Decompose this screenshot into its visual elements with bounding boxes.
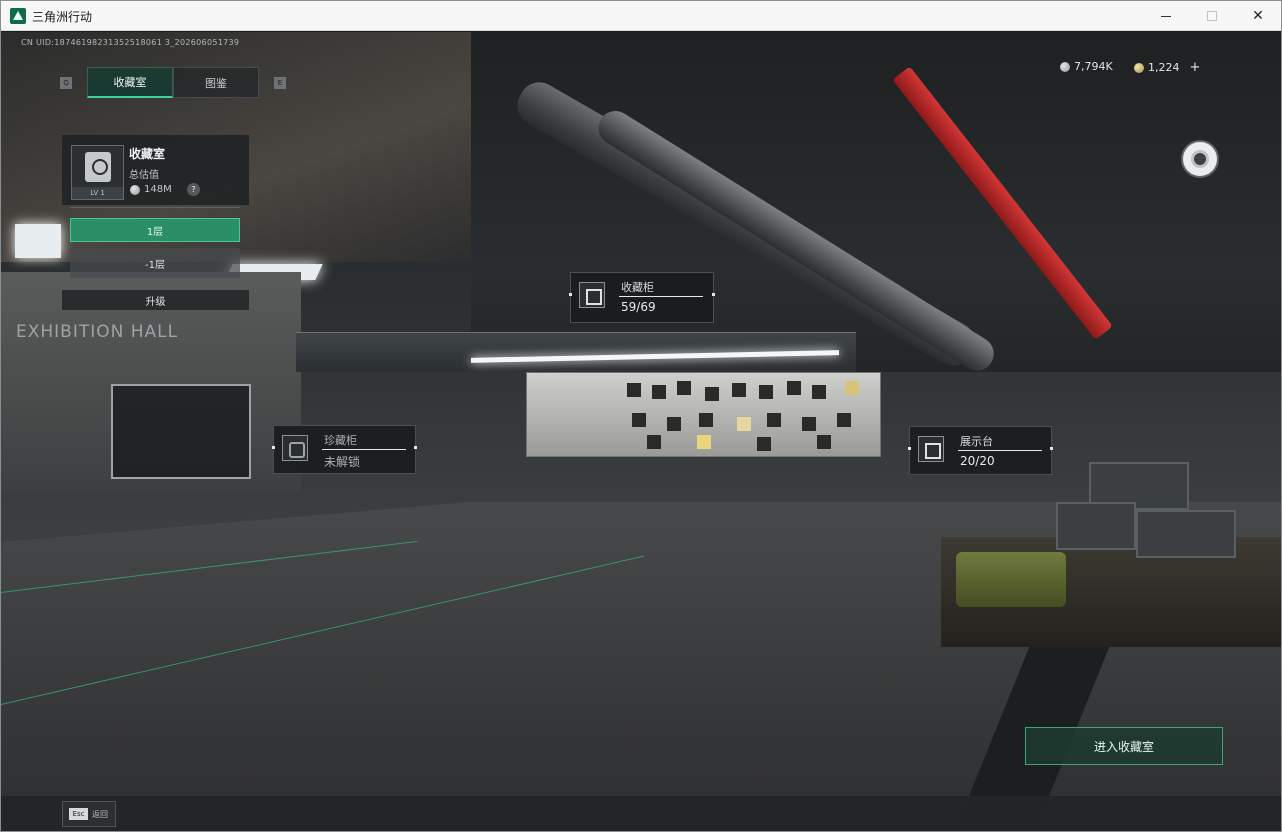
collection-title: 收藏室 [129, 147, 166, 161]
tab-collection-room[interactable]: 收藏室 [87, 67, 173, 98]
gold-coin-icon [1134, 62, 1144, 73]
showcase-item [667, 417, 681, 431]
treasure-title: 珍藏柜 [324, 434, 357, 447]
total-value-label: 总估值 [129, 170, 159, 181]
title-bar[interactable]: 三角洲行动 ✕ [1, 1, 1281, 31]
trophy-icon [85, 152, 111, 182]
floor-b1-button[interactable]: -1层 [70, 248, 240, 278]
showcase-item [759, 385, 773, 399]
showcase-item [647, 435, 661, 449]
marker-dot [272, 446, 275, 449]
silver-coin-icon [130, 185, 140, 195]
minimize-button[interactable] [1143, 1, 1189, 31]
bottom-bar [1, 796, 1281, 831]
marker-dot [712, 293, 715, 296]
minimize-icon [1161, 15, 1171, 17]
upgrade-button[interactable]: 升级 [62, 290, 249, 310]
silver-coin-icon [1060, 61, 1070, 72]
cabinet-icon [579, 282, 605, 308]
showcase-item [699, 413, 713, 427]
marker-dot [414, 446, 417, 449]
showcase-item [812, 385, 826, 399]
close-icon: ✕ [1252, 8, 1264, 24]
panel-divider [70, 207, 240, 208]
disc-icon[interactable] [1181, 140, 1219, 178]
showcase-item [802, 417, 816, 431]
showcase-item [817, 435, 831, 449]
hall-sign: EXHIBITION HALL [16, 322, 179, 342]
esc-key-icon: Esc [69, 808, 88, 820]
gold-amount: 1,224 [1148, 61, 1180, 74]
total-value: 148M [144, 184, 172, 195]
marker-dot [1050, 447, 1053, 450]
showcase-item [705, 387, 719, 401]
marker-dot [569, 293, 572, 296]
glass-room [111, 384, 251, 479]
app-logo-icon [10, 8, 26, 24]
weapon-case [956, 552, 1066, 607]
showcase-item [787, 381, 801, 395]
display-count: 20/20 [960, 454, 995, 468]
marker-underline [322, 449, 406, 450]
add-currency-icon[interactable]: + [1190, 60, 1201, 75]
marker-dot [908, 447, 911, 450]
collection-wall [526, 372, 881, 457]
ceiling-light [15, 224, 61, 258]
level-badge: LV 1 [72, 187, 123, 199]
showcase-item [737, 417, 751, 431]
silver-amount: 7,794K [1074, 60, 1113, 73]
game-scene[interactable]: EXHIBITION HALL CN UID:18746198231352518… [1, 32, 1281, 831]
game-window: 三角洲行动 ✕ EXHIBITION HALL CN UID:187461982… [0, 0, 1282, 832]
maximize-icon [1207, 11, 1217, 21]
collection-cabinet-marker[interactable]: 收藏柜 59/69 [569, 272, 715, 323]
lock-icon [282, 435, 308, 461]
tab-catalog[interactable]: 图鉴 [173, 67, 259, 98]
showcase-item [837, 413, 851, 427]
showcase-item [757, 437, 771, 451]
treasure-cabinet-marker[interactable]: 珍藏柜 未解锁 [272, 425, 417, 474]
display-title: 展示台 [960, 435, 993, 448]
cabinet-count: 59/69 [621, 300, 656, 314]
collection-info-panel: LV 1 收藏室 总估值 148M ? [62, 135, 249, 205]
prev-tab-key-hint: Q [60, 77, 72, 89]
treasure-status: 未解锁 [324, 455, 361, 469]
showcase-item [732, 383, 746, 397]
showcase-item [845, 381, 859, 395]
next-tab-key-hint: E [274, 77, 286, 89]
help-icon[interactable]: ? [187, 183, 200, 196]
back-label: 返回 [92, 809, 108, 819]
marker-underline [619, 296, 703, 297]
gold-currency[interactable]: 1,224 + [1134, 60, 1200, 75]
enter-collection-room-button[interactable]: 进入收藏室 [1025, 727, 1223, 765]
display-stand-icon [918, 436, 944, 462]
showcase-item [652, 385, 666, 399]
cabinet-title: 收藏柜 [621, 281, 654, 294]
display-stand-marker[interactable]: 展示台 20/20 [908, 426, 1053, 475]
window-title: 三角洲行动 [32, 10, 93, 24]
silver-currency: 7,794K [1060, 60, 1113, 73]
showcase-item [627, 383, 641, 397]
monitor [1056, 502, 1136, 550]
back-button[interactable]: Esc 返回 [62, 801, 116, 827]
uid-text: CN UID:18746198231352518061 3_2026060517… [21, 38, 240, 47]
collection-badge: LV 1 [71, 145, 124, 200]
showcase-item [697, 435, 711, 449]
maximize-button[interactable] [1189, 1, 1235, 31]
showcase-item [632, 413, 646, 427]
showcase-item [767, 413, 781, 427]
floor-1-button[interactable]: 1层 [70, 218, 240, 242]
close-button[interactable]: ✕ [1235, 1, 1281, 31]
showcase-item [677, 381, 691, 395]
monitor [1136, 510, 1236, 558]
marker-underline [958, 450, 1042, 451]
